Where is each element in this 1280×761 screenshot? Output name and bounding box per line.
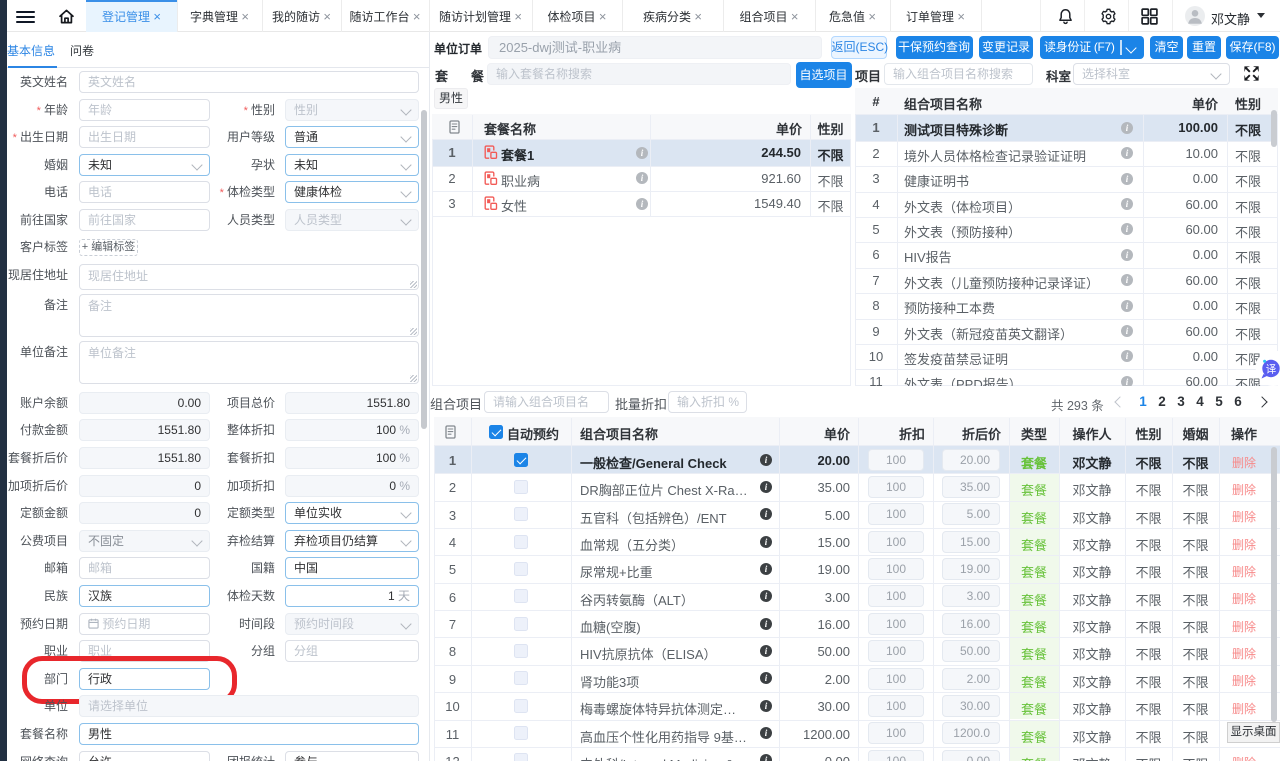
- svg-text:译: 译: [1266, 363, 1277, 375]
